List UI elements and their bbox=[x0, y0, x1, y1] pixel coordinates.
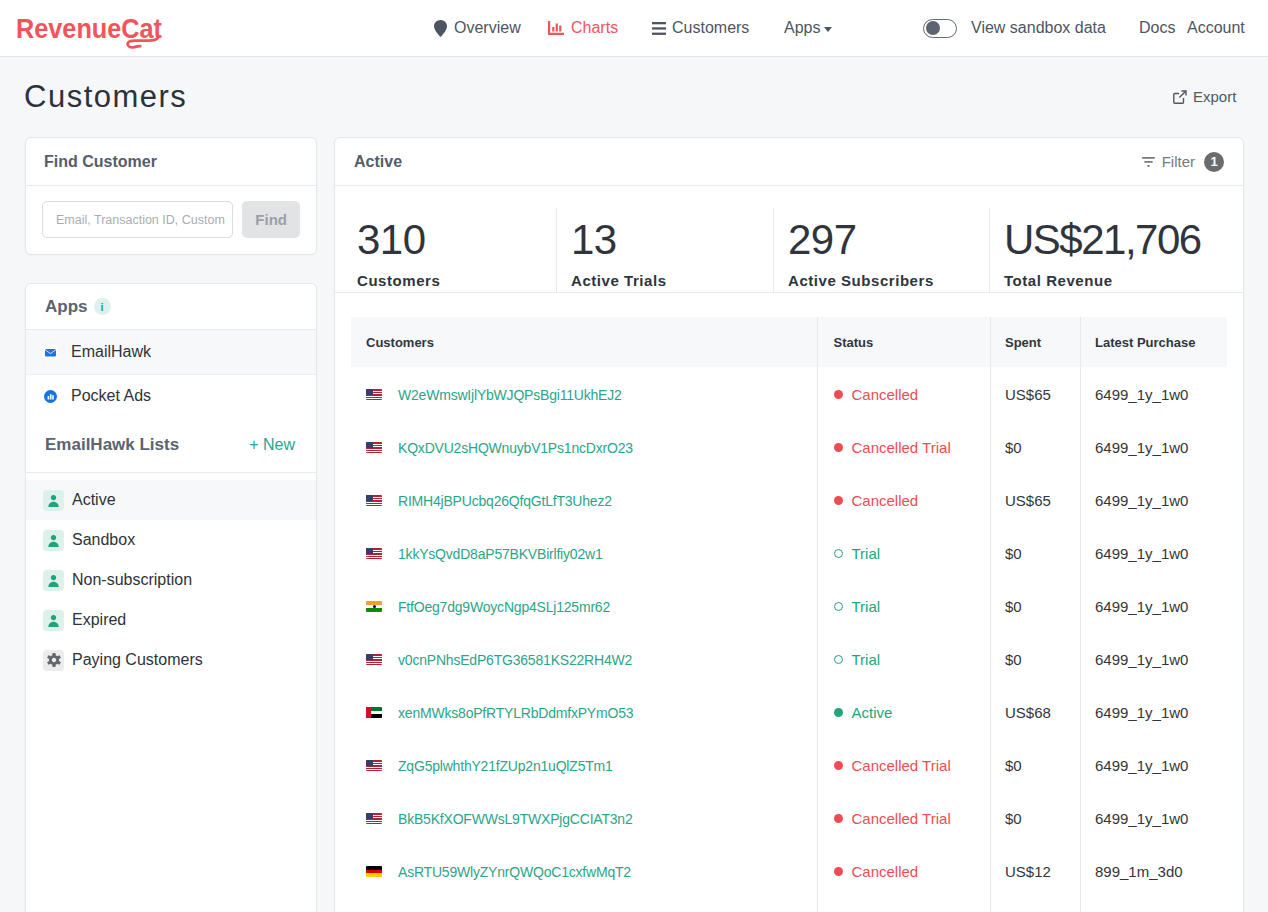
svg-text:RevenueCat: RevenueCat bbox=[16, 13, 162, 44]
